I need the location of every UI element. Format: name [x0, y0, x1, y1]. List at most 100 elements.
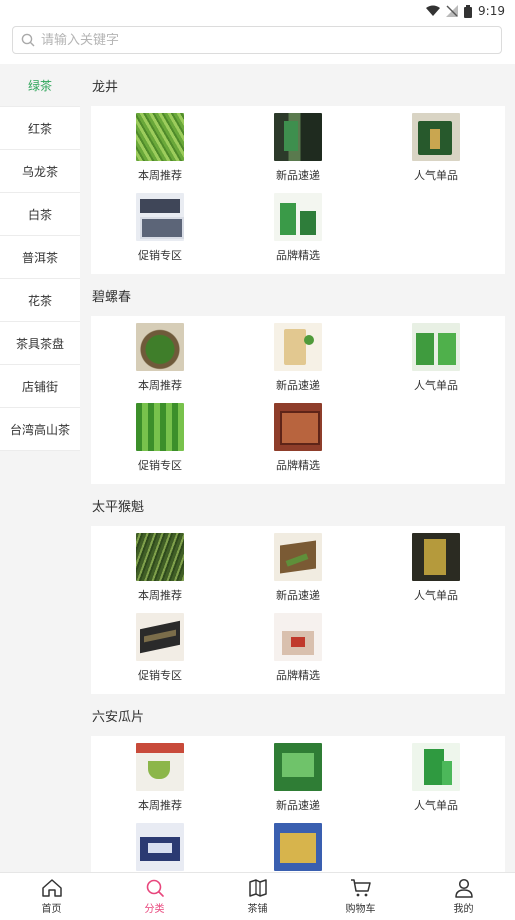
- tab-category[interactable]: 分类: [103, 873, 206, 920]
- tab-profile[interactable]: 我的: [412, 873, 515, 920]
- product-image: [136, 193, 184, 241]
- sidebar-item-taiwan-tea[interactable]: 台湾高山茶: [0, 408, 80, 451]
- product-label: 人气单品: [414, 379, 458, 392]
- product-tile[interactable]: 促销专区: [91, 186, 229, 266]
- sidebar-item-white-tea[interactable]: 白茶: [0, 193, 80, 236]
- product-label: 促销专区: [138, 459, 182, 472]
- product-tile[interactable]: 促销专区: [91, 606, 229, 686]
- product-tile[interactable]: 人气单品: [367, 106, 505, 186]
- product-tile[interactable]: 新品速递: [229, 106, 367, 186]
- home-icon: [41, 879, 62, 897]
- product-tile[interactable]: 品牌精选: [229, 396, 367, 476]
- user-icon: [454, 878, 473, 898]
- category-sidebar: 绿茶 红茶 乌龙茶 白茶 普洱茶 花茶 茶具茶盘 店铺街 台湾高山茶: [0, 64, 80, 451]
- map-icon: [248, 879, 267, 897]
- product-label: 本周推荐: [138, 799, 182, 812]
- product-tile[interactable]: 本周推荐: [91, 106, 229, 186]
- product-label: 品牌精选: [276, 669, 320, 682]
- product-label: 新品速递: [276, 379, 320, 392]
- wifi-icon: [426, 5, 441, 16]
- product-image: [274, 193, 322, 241]
- product-image: [274, 113, 322, 161]
- product-image: [412, 533, 460, 581]
- product-image: [274, 323, 322, 371]
- product-label: 人气单品: [414, 169, 458, 182]
- product-label: 促销专区: [138, 249, 182, 262]
- sidebar-item-puer-tea[interactable]: 普洱茶: [0, 236, 80, 279]
- product-image: [136, 113, 184, 161]
- tab-label: 茶铺: [247, 904, 268, 915]
- section-title: 太平猴魁: [92, 499, 145, 515]
- product-label: 人气单品: [414, 589, 458, 602]
- category-content: 龙井 本周推荐 新品速递 人气单品 促销专区 品牌精选 碧螺春 本周推荐 新品速…: [91, 64, 505, 872]
- product-tile[interactable]: 促销专区: [91, 396, 229, 476]
- cart-icon: [350, 879, 371, 897]
- product-tile[interactable]: 人气单品: [367, 736, 505, 816]
- product-image: [274, 823, 322, 871]
- product-label: 本周推荐: [138, 589, 182, 602]
- product-label: 本周推荐: [138, 379, 182, 392]
- product-image: [274, 613, 322, 661]
- product-tile[interactable]: 本周推荐: [91, 736, 229, 816]
- tab-tea-shop[interactable]: 茶铺: [206, 873, 309, 920]
- section-card: 本周推荐 新品速递 人气单品 促销专区 品牌精选: [91, 106, 505, 274]
- bottom-tab-bar: 首页 分类 茶铺 购物车 我的: [0, 872, 515, 920]
- product-label: 新品速递: [276, 169, 320, 182]
- product-image: [136, 823, 184, 871]
- product-tile[interactable]: 新品速递: [229, 736, 367, 816]
- product-image: [412, 323, 460, 371]
- product-label: 促销专区: [138, 669, 182, 682]
- section-title: 碧螺春: [92, 289, 132, 305]
- product-label: 本周推荐: [138, 169, 182, 182]
- product-tile[interactable]: [91, 816, 229, 872]
- sidebar-item-black-tea[interactable]: 红茶: [0, 107, 80, 150]
- search-icon: [146, 879, 164, 897]
- product-image: [136, 403, 184, 451]
- product-image: [136, 533, 184, 581]
- product-tile[interactable]: 新品速递: [229, 316, 367, 396]
- status-time: 9:19: [478, 4, 505, 18]
- sidebar-item-tea-set[interactable]: 茶具茶盘: [0, 322, 80, 365]
- tab-home[interactable]: 首页: [0, 873, 103, 920]
- tab-cart[interactable]: 购物车: [309, 873, 412, 920]
- product-image: [274, 743, 322, 791]
- sidebar-item-shop-street[interactable]: 店铺街: [0, 365, 80, 408]
- status-bar: 9:19: [0, 0, 515, 22]
- tab-label: 首页: [41, 904, 62, 915]
- section-title: 六安瓜片: [92, 709, 145, 725]
- search-bar[interactable]: [12, 26, 502, 54]
- sidebar-item-green-tea[interactable]: 绿茶: [0, 64, 80, 107]
- product-image: [136, 743, 184, 791]
- search-input[interactable]: [41, 32, 471, 48]
- product-label: 品牌精选: [276, 459, 320, 472]
- product-label: 人气单品: [414, 799, 458, 812]
- product-label: 新品速递: [276, 799, 320, 812]
- section-card: 本周推荐 新品速递 人气单品: [91, 736, 505, 872]
- search-icon: [21, 33, 35, 47]
- section-card: 本周推荐 新品速递 人气单品 促销专区 品牌精选: [91, 526, 505, 694]
- tab-label: 分类: [144, 904, 165, 915]
- product-image: [412, 743, 460, 791]
- product-image: [136, 613, 184, 661]
- product-tile[interactable]: 人气单品: [367, 316, 505, 396]
- product-label: 品牌精选: [276, 249, 320, 262]
- product-tile[interactable]: 人气单品: [367, 526, 505, 606]
- product-tile[interactable]: 新品速递: [229, 526, 367, 606]
- product-tile[interactable]: 品牌精选: [229, 606, 367, 686]
- section-title: 龙井: [92, 79, 119, 95]
- product-tile[interactable]: 本周推荐: [91, 316, 229, 396]
- no-signal-icon: [446, 5, 459, 17]
- product-image: [274, 403, 322, 451]
- section-card: 本周推荐 新品速递 人气单品 促销专区 品牌精选: [91, 316, 505, 484]
- battery-icon: [464, 4, 473, 18]
- tab-label: 购物车: [345, 904, 376, 915]
- sidebar-item-oolong-tea[interactable]: 乌龙茶: [0, 150, 80, 193]
- sidebar-item-flower-tea[interactable]: 花茶: [0, 279, 80, 322]
- product-image: [136, 323, 184, 371]
- product-label: 新品速递: [276, 589, 320, 602]
- product-tile[interactable]: 品牌精选: [229, 186, 367, 266]
- product-tile[interactable]: 本周推荐: [91, 526, 229, 606]
- product-image: [412, 113, 460, 161]
- product-tile[interactable]: [229, 816, 367, 872]
- product-image: [274, 533, 322, 581]
